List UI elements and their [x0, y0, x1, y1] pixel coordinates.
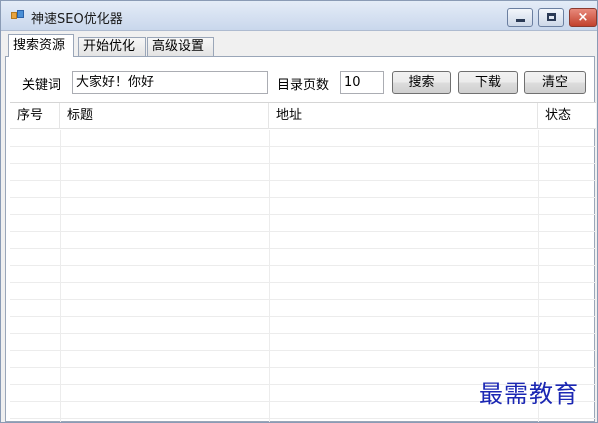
table-row [10, 181, 596, 198]
table-row [10, 334, 596, 351]
maximize-button[interactable] [538, 8, 564, 27]
window-title: 神速SEO优化器 [31, 12, 123, 27]
table-row [10, 232, 596, 249]
page-count-input[interactable]: 10 [340, 71, 384, 94]
app-window: 神速SEO优化器 × 搜索资源 开始优化 高级设置 关键词 大家好！你好 目录页… [0, 0, 598, 423]
app-icon [11, 10, 25, 22]
table-row [10, 266, 596, 283]
table-row [10, 147, 596, 164]
column-divider [60, 130, 61, 422]
table-header: 序号 标题 地址 状态 [10, 103, 596, 129]
minimize-button[interactable] [507, 8, 533, 27]
table-row [10, 317, 596, 334]
table-row [10, 283, 596, 300]
table-row [10, 198, 596, 215]
tab-advanced-settings[interactable]: 高级设置 [147, 37, 214, 56]
keyword-input[interactable]: 大家好！你好 [72, 71, 268, 94]
column-header-url[interactable]: 地址 [269, 103, 538, 129]
column-header-status[interactable]: 状态 [538, 103, 596, 129]
close-icon: × [577, 10, 589, 25]
download-button[interactable]: 下载 [458, 71, 518, 94]
table-row [10, 249, 596, 266]
tab-start-optimize[interactable]: 开始优化 [78, 37, 146, 56]
minimize-icon [516, 19, 525, 22]
page-count-label: 目录页数 [277, 78, 330, 93]
table-row [10, 164, 596, 181]
keyword-label: 关键词 [22, 78, 62, 93]
tab-panel-search: 关键词 大家好！你好 目录页数 10 搜索 下载 清空 序号 标题 地址 状态 [5, 56, 596, 422]
watermark: 最需教育 [479, 380, 579, 408]
clear-button[interactable]: 清空 [524, 71, 586, 94]
tab-search-resources[interactable]: 搜索资源 [8, 34, 74, 57]
table-row [10, 351, 596, 368]
table-row [10, 215, 596, 232]
search-button[interactable]: 搜索 [392, 71, 451, 94]
title-bar[interactable]: 神速SEO优化器 × [1, 1, 597, 31]
table-row [10, 130, 596, 147]
maximize-icon [547, 13, 556, 21]
close-button[interactable]: × [569, 8, 597, 27]
column-divider [269, 130, 270, 422]
column-header-title[interactable]: 标题 [60, 103, 269, 129]
column-header-index[interactable]: 序号 [10, 103, 60, 129]
table-row [10, 300, 596, 317]
